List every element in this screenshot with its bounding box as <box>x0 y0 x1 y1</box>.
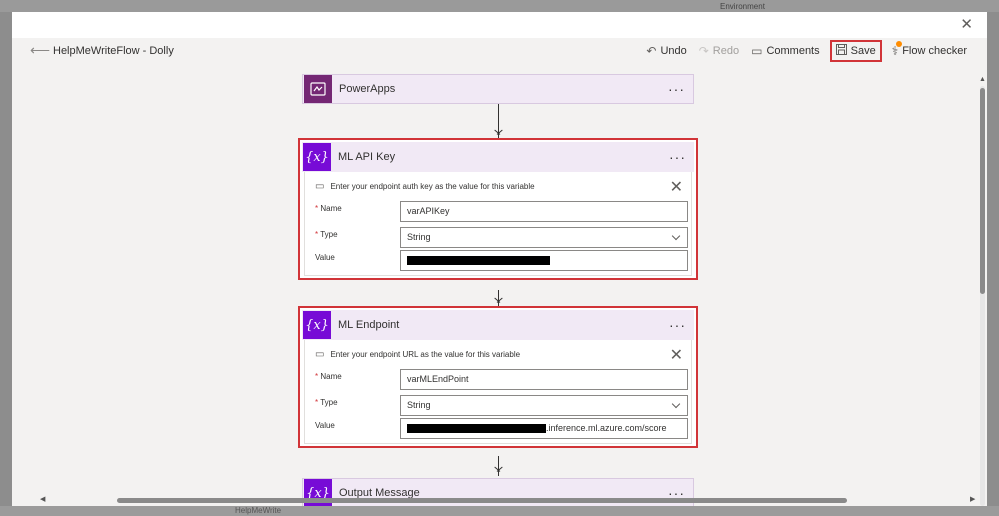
save-label: Save <box>850 45 876 57</box>
ml-endpoint-body: ▭ Enter your endpoint URL as the value f… <box>304 340 692 444</box>
powerapps-card-header[interactable]: PowerApps ··· <box>302 74 694 104</box>
save-icon <box>835 44 847 58</box>
comments-label: Comments <box>766 45 820 57</box>
hint-text: Enter your endpoint auth key as the valu… <box>330 181 535 191</box>
flow-editor-modal: ✕ ⟵ HelpMeWriteFlow - Dolly ↶ Undo ↷ Red… <box>12 12 987 506</box>
value-field: Value <box>315 250 688 272</box>
more-options-icon[interactable]: ··· <box>669 317 686 333</box>
more-options-icon[interactable]: ··· <box>668 81 685 97</box>
flow-checker-label: Flow checker <box>902 45 967 57</box>
undo-label: Undo <box>660 45 687 57</box>
background-app-header <box>0 0 999 12</box>
value-input[interactable]: .inference.ml.azure.com/score <box>400 418 688 439</box>
ml-api-key-header[interactable]: {x} ML API Key ··· <box>302 142 694 172</box>
comment-icon: ▭ <box>751 44 763 58</box>
scroll-up-icon[interactable]: ▲ <box>979 76 986 83</box>
scroll-right-icon[interactable]: ▶ <box>970 495 975 503</box>
powerapps-title: PowerApps <box>339 83 396 95</box>
name-input[interactable]: varAPIKey <box>400 201 688 222</box>
background-environment-label: Environment <box>720 2 765 11</box>
ml-api-key-title: ML API Key <box>338 151 396 163</box>
flow-arrow-icon <box>493 471 504 477</box>
comment-icon: ▭ <box>315 348 325 360</box>
variable-icon: {x} <box>303 143 331 171</box>
ml-endpoint-card[interactable]: {x} ML Endpoint ··· ▭ Enter your endpoin… <box>298 306 698 448</box>
flow-checker-button[interactable]: ⚕ Flow checker <box>886 40 973 62</box>
vertical-scrollbar[interactable]: ▲ <box>978 76 986 506</box>
variable-icon: {x} <box>303 311 331 339</box>
powerapps-trigger-card[interactable]: PowerApps ··· <box>302 74 694 104</box>
horizontal-scrollbar[interactable]: ◀ ▶ <box>12 496 978 506</box>
hint-text: Enter your endpoint URL as the value for… <box>330 349 521 359</box>
ml-api-key-card[interactable]: {x} ML API Key ··· ▭ Enter your endpoint… <box>298 138 698 280</box>
close-icon[interactable]: ✕ <box>670 177 683 197</box>
type-select[interactable]: String <box>400 395 688 416</box>
ml-endpoint-header[interactable]: {x} ML Endpoint ··· <box>302 310 694 340</box>
name-field: * Name varMLEndPoint <box>315 369 688 391</box>
redo-icon: ↷ <box>698 44 709 58</box>
name-field: * Name varAPIKey <box>315 201 688 223</box>
modal-header: ✕ <box>12 12 987 38</box>
undo-button[interactable]: ↶ Undo <box>640 40 692 62</box>
flow-canvas: PowerApps ··· {x} ML API Key ··· ▭ Enter… <box>12 64 987 506</box>
horizontal-scroll-thumb[interactable] <box>117 498 847 503</box>
ml-endpoint-title: ML Endpoint <box>338 319 400 331</box>
save-button[interactable]: Save <box>829 40 882 62</box>
name-label: * Name <box>315 204 342 213</box>
redo-label: Redo <box>712 45 740 57</box>
value-input[interactable] <box>400 250 688 271</box>
value-field: Value .inference.ml.azure.com/score <box>315 418 688 440</box>
redacted-value <box>407 256 550 266</box>
hint-row: ▭ Enter your endpoint URL as the value f… <box>315 340 683 368</box>
type-label: * Type <box>315 230 338 239</box>
scroll-left-icon[interactable]: ◀ <box>40 495 45 503</box>
comment-icon: ▭ <box>315 180 325 192</box>
value-suffix: .inference.ml.azure.com/score <box>546 423 667 433</box>
background-app-footer <box>0 506 999 516</box>
back-arrow-icon[interactable]: ⟵ <box>30 42 50 59</box>
powerapps-icon <box>304 75 332 103</box>
toolbar-actions: ↶ Undo ↷ Redo ▭ Comments Save ⚕ Flow che… <box>640 38 987 64</box>
more-options-icon[interactable]: ··· <box>669 149 686 165</box>
background-list-item: HelpMeWrite <box>235 506 282 515</box>
stethoscope-icon: ⚕ <box>892 41 903 58</box>
redacted-value <box>407 424 546 434</box>
ml-api-key-body: ▭ Enter your endpoint auth key as the va… <box>304 172 692 276</box>
vertical-scroll-thumb[interactable] <box>980 88 985 294</box>
name-input[interactable]: varMLEndPoint <box>400 369 688 390</box>
flow-toolbar: ⟵ HelpMeWriteFlow - Dolly ↶ Undo ↷ Redo … <box>12 38 987 64</box>
value-label: Value <box>315 421 335 430</box>
redo-button[interactable]: ↷ Redo <box>693 40 745 62</box>
type-field: * Type String <box>315 227 688 249</box>
undo-icon: ↶ <box>646 44 657 58</box>
type-label: * Type <box>315 398 338 407</box>
value-label: Value <box>315 253 335 262</box>
name-label: * Name <box>315 372 342 381</box>
comments-button[interactable]: ▭ Comments <box>745 40 826 62</box>
type-field: * Type String <box>315 395 688 417</box>
close-icon[interactable]: ✕ <box>960 17 973 32</box>
hint-row: ▭ Enter your endpoint auth key as the va… <box>315 172 683 200</box>
flow-title: HelpMeWriteFlow - Dolly <box>53 45 174 57</box>
close-icon[interactable]: ✕ <box>670 345 683 365</box>
type-select[interactable]: String <box>400 227 688 248</box>
